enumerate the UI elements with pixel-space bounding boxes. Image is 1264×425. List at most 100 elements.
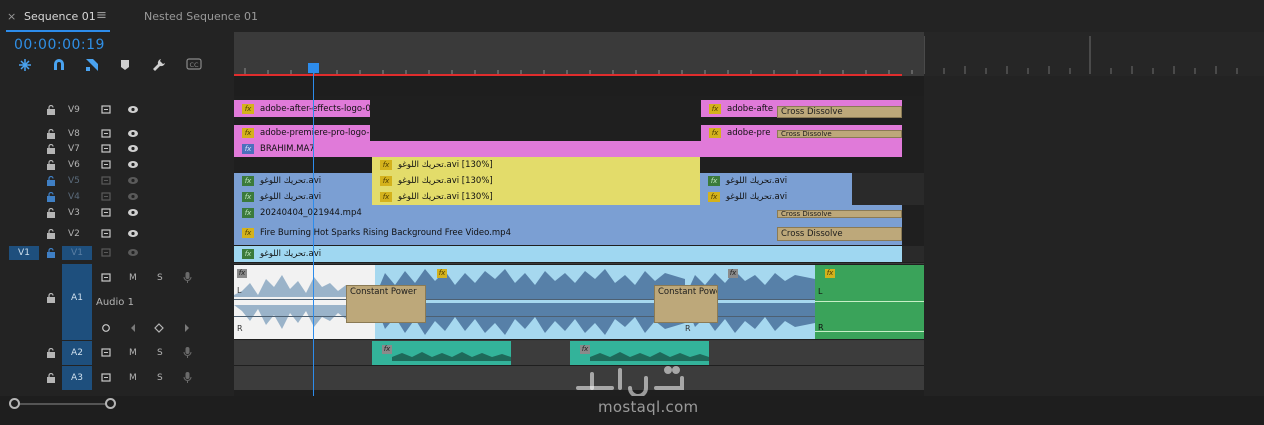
snap-magnet-icon[interactable] — [52, 58, 68, 74]
empty-locked-region — [902, 246, 924, 262]
lock-icon[interactable] — [46, 176, 56, 186]
panel-menu-icon[interactable]: ≡ — [96, 8, 107, 23]
lock-icon[interactable] — [46, 348, 56, 358]
close-tab-icon[interactable]: × — [7, 10, 16, 23]
next-keyframe-icon[interactable] — [183, 323, 191, 333]
add-keyframe-icon[interactable] — [154, 323, 164, 333]
zoom-handle-right[interactable] — [105, 398, 116, 409]
track-label[interactable]: A2 — [62, 341, 92, 365]
clip-v5-logo-animation-b[interactable]: fx تحريك اللوغو.avi [130%] — [372, 173, 700, 189]
add-marker-icon[interactable] — [119, 58, 135, 74]
transition-constant-power[interactable]: Constant Power — [654, 285, 718, 323]
eye-icon[interactable] — [127, 176, 139, 185]
source-patch-v1[interactable]: V1 — [9, 246, 39, 260]
toggle-sync-lock-icon[interactable] — [101, 176, 113, 185]
track-label[interactable]: A3 — [62, 366, 92, 390]
toggle-sync-lock-icon[interactable] — [101, 144, 113, 153]
eye-icon[interactable] — [127, 105, 139, 114]
track-label[interactable]: V7 — [68, 144, 80, 154]
microphone-icon[interactable] — [183, 346, 192, 359]
playhead-timecode[interactable]: 00:00:00:19 — [14, 37, 105, 53]
lock-icon[interactable] — [46, 208, 56, 218]
audio-clip-a1-4[interactable]: fx L R — [815, 265, 924, 339]
track-label[interactable]: A1 — [62, 264, 92, 340]
eye-icon[interactable] — [127, 248, 139, 257]
clip-v5-logo-animation-a[interactable]: fx تحريك اللوغو.avi — [234, 173, 372, 189]
keyframe-toggle-icon[interactable] — [101, 323, 111, 333]
lock-icon[interactable] — [46, 144, 56, 154]
solo-button[interactable]: S — [157, 348, 163, 358]
zoom-handle-left[interactable] — [9, 398, 20, 409]
clip-v4-logo-animation-a[interactable]: fx تحريك اللوغو.avi — [234, 189, 372, 205]
tab-sequence-01[interactable]: Sequence 01 — [24, 10, 96, 23]
microphone-icon[interactable] — [183, 271, 192, 284]
toggle-sync-lock-icon[interactable] — [101, 348, 113, 357]
clip-v5-logo-animation-c[interactable]: fx تحريك اللوغو.avi — [700, 173, 852, 189]
lock-icon[interactable] — [46, 373, 56, 383]
transition-cross-dissolve[interactable]: Cross Dissolve — [777, 227, 902, 241]
eye-icon[interactable] — [127, 160, 139, 169]
track-label[interactable]: V3 — [68, 208, 80, 218]
transition-cross-dissolve[interactable]: Cross Dissolve — [777, 106, 902, 118]
time-ruler-extension[interactable] — [924, 32, 1264, 76]
clip-v1-logo-animation[interactable]: fx تحريك اللوغو.avi — [234, 246, 902, 262]
playhead-handle[interactable] — [308, 63, 319, 73]
lock-icon[interactable] — [46, 105, 56, 115]
lock-icon[interactable] — [46, 129, 56, 139]
microphone-icon[interactable] — [183, 371, 192, 384]
mute-button[interactable]: M — [129, 348, 137, 358]
solo-button[interactable]: S — [157, 373, 163, 383]
lock-icon[interactable] — [46, 248, 56, 258]
lock-icon[interactable] — [46, 229, 56, 239]
clip-v7-brahim[interactable]: fx BRAHIM.MA7 — [234, 141, 902, 157]
toggle-sync-lock-icon[interactable] — [101, 105, 113, 114]
clip-v4-logo-animation-b[interactable]: fx تحريك اللوغو.avi [130%] — [372, 189, 700, 205]
track-label[interactable]: V9 — [68, 105, 80, 115]
transition-constant-power[interactable]: Constant Power — [346, 285, 426, 323]
toggle-sync-lock-icon[interactable] — [101, 229, 113, 238]
linked-selection-icon[interactable] — [85, 58, 101, 74]
wrench-settings-icon[interactable] — [152, 58, 168, 74]
track-label[interactable]: V8 — [68, 129, 80, 139]
previous-keyframe-icon[interactable] — [129, 323, 137, 333]
clip-v9-after-effects-logo[interactable]: fx adobe-after-effects-logo-0 — [234, 100, 370, 117]
transition-cross-dissolve[interactable]: Cross Dissolve — [777, 210, 902, 218]
toggle-sync-lock-icon[interactable] — [101, 160, 113, 169]
track-name[interactable]: Audio 1 — [96, 297, 134, 308]
track-label[interactable]: V2 — [68, 229, 80, 239]
eye-icon[interactable] — [127, 144, 139, 153]
track-label[interactable]: V1 — [62, 246, 92, 260]
mute-button[interactable]: M — [129, 373, 137, 383]
track-label[interactable]: V4 — [68, 192, 80, 202]
clip-v6-logo-animation[interactable]: fx تحريك اللوغو.avi [130%] — [372, 157, 700, 173]
clip-v4-logo-animation-c[interactable]: fx تحريك اللوغو.avi — [700, 189, 852, 205]
toggle-sync-lock-icon[interactable] — [101, 129, 113, 138]
clip-v8-premiere-logo[interactable]: fx adobe-premiere-pro-logo- — [234, 125, 370, 141]
transition-cross-dissolve[interactable]: Cross Dissolve — [777, 130, 902, 138]
eye-icon[interactable] — [127, 229, 139, 238]
tab-nested-sequence-01[interactable]: Nested Sequence 01 — [144, 10, 258, 23]
fx-badge: fx — [580, 345, 590, 354]
nest-icon[interactable] — [18, 58, 34, 74]
toggle-sync-lock-icon[interactable] — [101, 373, 113, 382]
track-lanes-empty[interactable] — [924, 96, 1264, 396]
lock-icon[interactable] — [46, 160, 56, 170]
audio-clip-a2-1[interactable]: fx — [372, 341, 511, 365]
solo-button[interactable]: S — [157, 273, 163, 283]
clip-label: تحريك اللوغو.avi — [260, 249, 322, 259]
toggle-sync-lock-icon[interactable] — [101, 208, 113, 217]
eye-icon[interactable] — [127, 129, 139, 138]
eye-icon[interactable] — [127, 208, 139, 217]
toggle-sync-lock-icon[interactable] — [101, 192, 113, 201]
toggle-sync-lock-icon[interactable] — [101, 248, 113, 257]
lock-icon[interactable] — [46, 293, 56, 303]
time-ruler[interactable] — [234, 32, 924, 76]
track-label[interactable]: V6 — [68, 160, 80, 170]
lock-icon[interactable] — [46, 192, 56, 202]
mute-button[interactable]: M — [129, 273, 137, 283]
track-label[interactable]: V5 — [68, 176, 80, 186]
toggle-sync-lock-icon[interactable] — [101, 273, 113, 282]
captions-icon[interactable]: CC — [186, 58, 204, 74]
scroll-track[interactable] — [14, 403, 110, 405]
eye-icon[interactable] — [127, 192, 139, 201]
